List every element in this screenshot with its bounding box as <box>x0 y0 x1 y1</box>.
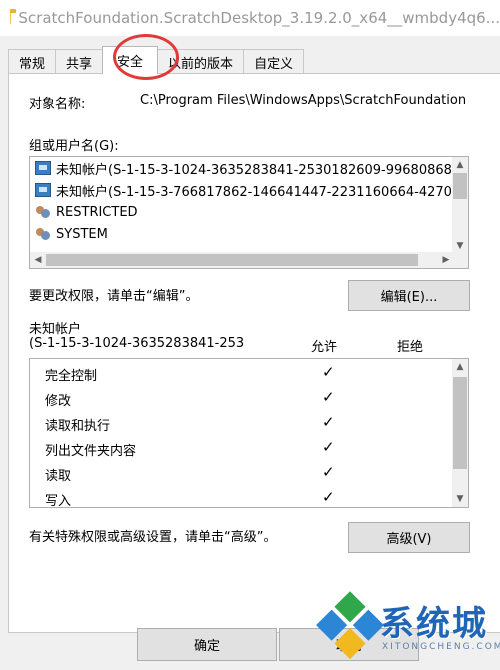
permissions-listbox[interactable]: 完全控制 ✓ 修改 ✓ 读取和执行 ✓ 列出文件夹内容 ✓ 读取 ✓ 写入 ✓ <box>29 358 469 508</box>
scroll-thumb[interactable] <box>453 173 467 199</box>
tab-previous-versions[interactable]: 以前的版本 <box>157 49 245 74</box>
deny-column-header: 拒绝 <box>397 340 424 355</box>
user-name: RESTRICTED <box>56 204 138 220</box>
tab-strip: 常规 共享 安全 以前的版本 自定义 <box>8 46 305 74</box>
edit-button[interactable]: 编辑(E)... <box>348 280 470 311</box>
scroll-thumb[interactable] <box>46 254 418 266</box>
network-account-icon <box>35 161 51 175</box>
scroll-up-icon[interactable]: ▲ <box>452 359 468 375</box>
user-group-icon <box>35 227 51 241</box>
users-vertical-scrollbar[interactable]: ▲ ▼ <box>452 157 468 254</box>
user-group-icon <box>35 205 51 219</box>
table-row: 列出文件夹内容 ✓ <box>30 436 454 460</box>
window-title: ScratchFoundation.ScratchDesktop_3.19.2.… <box>18 9 500 27</box>
users-listbox[interactable]: 未知帐户(S-1-15-3-1024-3635283841-2530182609… <box>29 156 469 269</box>
advanced-button[interactable]: 高级(V) <box>348 522 470 553</box>
table-row: 完全控制 ✓ <box>30 361 454 385</box>
permission-name: 读取 <box>45 469 72 484</box>
scroll-left-icon[interactable]: ◀ <box>30 252 46 268</box>
allow-check-icon: ✓ <box>322 488 335 506</box>
allow-check-icon: ✓ <box>322 363 335 381</box>
table-row: 修改 ✓ <box>30 386 454 410</box>
list-item[interactable]: RESTRICTED <box>30 201 454 223</box>
scroll-down-icon[interactable]: ▼ <box>452 491 468 507</box>
allow-check-icon: ✓ <box>322 438 335 456</box>
user-name: 未知帐户(S-1-15-3-1024-3635283841-2530182609… <box>56 162 454 178</box>
permission-user-line2: (S-1-15-3-1024-3635283841-253 <box>29 336 245 351</box>
user-name: SYSTEM <box>56 226 108 242</box>
list-item[interactable]: 未知帐户(S-1-15-3-1024-3635283841-2530182609… <box>30 157 454 179</box>
permission-name: 写入 <box>45 494 72 508</box>
security-panel: 对象名称: C:\Program Files\WindowsApps\Scrat… <box>8 73 500 633</box>
edit-hint: 要更改权限，请单击“编辑”。 <box>29 289 199 304</box>
scroll-corner <box>452 252 468 268</box>
object-name-label: 对象名称: <box>29 97 86 112</box>
tab-sharing[interactable]: 共享 <box>55 49 104 74</box>
tab-security[interactable]: 安全 <box>102 46 159 74</box>
title-bar: ScratchFoundation.ScratchDesktop_3.19.2.… <box>0 0 500 36</box>
permission-name: 修改 <box>45 394 72 409</box>
group-label: 组或用户名(G): <box>29 139 119 154</box>
users-horizontal-scrollbar[interactable]: ◀ ▶ <box>30 252 454 268</box>
scroll-thumb[interactable] <box>453 377 467 469</box>
scroll-up-icon[interactable]: ▲ <box>452 157 468 173</box>
permission-name: 列出文件夹内容 <box>45 444 137 459</box>
table-row: 读取 ✓ <box>30 461 454 485</box>
list-item[interactable]: SYSTEM <box>30 223 454 245</box>
object-name-value: C:\Program Files\WindowsApps\ScratchFoun… <box>140 93 467 108</box>
ok-button[interactable]: 确定 <box>137 628 277 661</box>
advanced-hint: 有关特殊权限或高级设置，请单击“高级”。 <box>29 530 277 545</box>
user-name: 未知帐户(S-1-15-3-766817862-146641447-223116… <box>56 184 452 200</box>
cancel-button[interactable]: 取消 <box>279 628 419 661</box>
dialog-footer: 确定 取消 <box>0 628 500 670</box>
tab-general[interactable]: 常规 <box>8 49 57 74</box>
allow-check-icon: ✓ <box>322 463 335 481</box>
table-row: 读取和执行 ✓ <box>30 411 454 435</box>
allow-check-icon: ✓ <box>322 413 335 431</box>
network-account-icon <box>35 183 51 197</box>
tab-customize[interactable]: 自定义 <box>243 49 305 74</box>
allow-check-icon: ✓ <box>322 388 335 406</box>
permissions-vertical-scrollbar[interactable]: ▲ ▼ <box>452 359 468 507</box>
allow-column-header: 允许 <box>311 340 338 355</box>
list-item[interactable]: 未知帐户(S-1-15-3-766817862-146641447-223116… <box>30 179 454 201</box>
table-row: 写入 ✓ <box>30 486 454 508</box>
permission-user-line1: 未知帐户 <box>29 322 82 337</box>
permission-name: 读取和执行 <box>45 419 111 434</box>
permission-name: 完全控制 <box>45 369 98 384</box>
